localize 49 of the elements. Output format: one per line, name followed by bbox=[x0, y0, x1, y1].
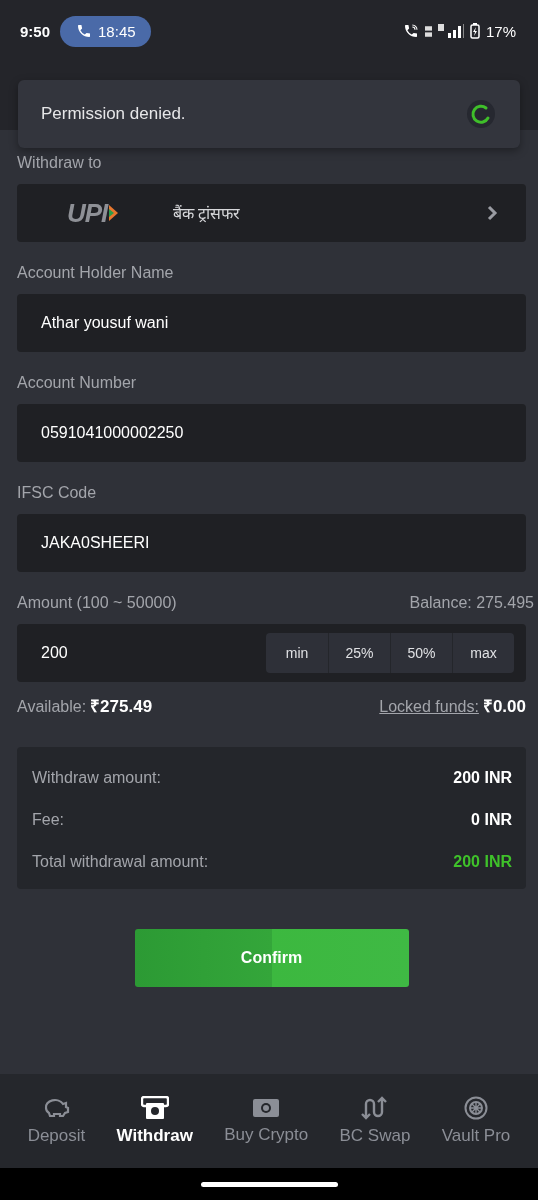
volte-icon bbox=[424, 25, 432, 37]
logo: UPI bbox=[67, 197, 173, 229]
signal-icon bbox=[437, 24, 464, 38]
field-label: Amount (100 ~ 50000) bbox=[17, 594, 177, 613]
locked-amount: ₹0.00 bbox=[482, 696, 526, 717]
summary-label: Fee: bbox=[32, 811, 64, 829]
input-field[interactable]: JAKA0SHEERI bbox=[17, 514, 526, 572]
nav-tab[interactable]: Vault Pro bbox=[441, 1096, 511, 1146]
field-label: Account Number bbox=[17, 374, 138, 393]
summary-label: Withdraw amount: bbox=[32, 769, 161, 787]
summary-value: 200 INR bbox=[453, 853, 512, 871]
atm-icon bbox=[140, 1096, 169, 1120]
preset-button[interactable]: min bbox=[266, 633, 328, 673]
battery-icon bbox=[469, 23, 480, 39]
nav-tab[interactable]: BC Swap bbox=[339, 1096, 411, 1146]
piggy-bank-icon bbox=[42, 1096, 71, 1120]
nav-tab[interactable]: Buy Crypto bbox=[224, 1097, 309, 1145]
preset-button[interactable]: 25% bbox=[328, 633, 390, 673]
call-chip[interactable]: 18:45 bbox=[60, 15, 151, 47]
toast-message: Permission denied. bbox=[41, 104, 186, 124]
preset-button[interactable]: max bbox=[452, 633, 514, 673]
amount-field[interactable]: 200 bbox=[41, 644, 266, 662]
status-time: 9:50 bbox=[20, 22, 51, 40]
method-selector[interactable]: UPI बैंक ट्रांसफर bbox=[17, 184, 526, 242]
field-label: Withdraw to bbox=[17, 154, 103, 173]
summary-value: 0 INR bbox=[471, 811, 512, 829]
call-icon bbox=[402, 23, 419, 39]
locked-funds-link[interactable]: Locked funds: bbox=[379, 698, 479, 716]
swap-arrows-icon bbox=[360, 1096, 389, 1120]
cash-icon bbox=[252, 1097, 281, 1119]
field-label: Account Holder Name bbox=[17, 264, 175, 283]
balance-text: Balance: 275.495 bbox=[409, 594, 534, 613]
field-label: IFSC Code bbox=[17, 484, 98, 503]
preset-button[interactable]: 50% bbox=[390, 633, 452, 673]
input-field[interactable]: Athar yousuf wani bbox=[17, 294, 526, 352]
phone-icon bbox=[76, 23, 93, 39]
summary-label: Total withdrawal amount: bbox=[32, 853, 209, 871]
input-field[interactable]: 0591041000002250 bbox=[17, 404, 526, 462]
chevron-right-icon bbox=[486, 205, 498, 221]
available-amount: ₹275.49 bbox=[90, 696, 153, 717]
available-label: Available: bbox=[17, 698, 87, 716]
vault-icon bbox=[463, 1096, 488, 1120]
battery-percent: 17% bbox=[485, 22, 516, 40]
nav-tab[interactable]: Deposit bbox=[27, 1096, 86, 1146]
summary-value: 200 INR bbox=[453, 769, 512, 787]
method-name: बैंक ट्रांसफर bbox=[173, 203, 242, 224]
spinner-icon bbox=[466, 99, 496, 129]
home-indicator[interactable] bbox=[200, 1181, 338, 1187]
nav-tab[interactable]: Withdraw bbox=[116, 1096, 193, 1146]
